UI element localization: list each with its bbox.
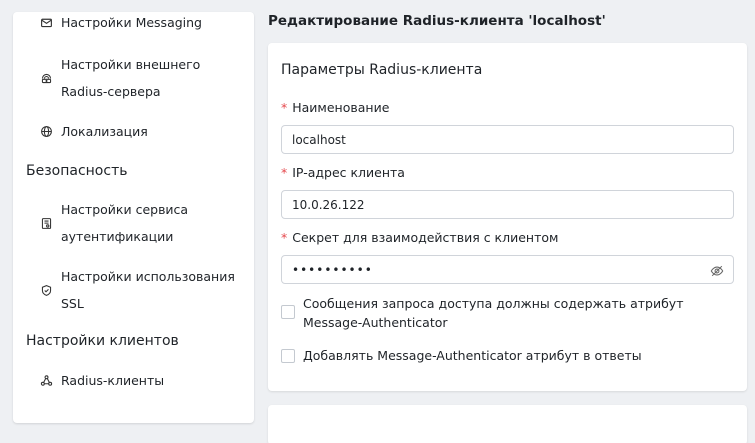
required-mark: * bbox=[281, 100, 288, 115]
sidebar-item-label: Radius-клиенты bbox=[61, 373, 165, 388]
sidebar: Настройки Messaging Настройки внешнего R… bbox=[13, 12, 254, 423]
required-mark: * bbox=[281, 165, 288, 180]
sidebar-item-ssl[interactable]: Настройки использования SSL bbox=[40, 263, 245, 317]
sidebar-item-messaging[interactable]: Настройки Messaging bbox=[40, 12, 245, 36]
eye-slash-icon[interactable] bbox=[710, 263, 724, 277]
secret-field bbox=[281, 255, 734, 284]
add-message-authenticator-checkbox[interactable] bbox=[281, 349, 295, 363]
checkbox-label: Сообщения запроса доступа должны содержа… bbox=[303, 296, 684, 330]
radius-server-icon bbox=[40, 72, 53, 85]
sidebar-item-label: Настройки использования SSL bbox=[61, 269, 235, 311]
sidebar-section-security: Безопасность bbox=[26, 163, 128, 179]
checkbox-label: Добавлять Message-Authenticator атрибут … bbox=[303, 348, 642, 363]
sidebar-item-label: Локализация bbox=[61, 124, 148, 139]
radius-client-form-card: Параметры Radius-клиента * Наименование *… bbox=[268, 43, 747, 391]
network-icon bbox=[40, 374, 53, 387]
checkbox-row-add-auth: Добавлять Message-Authenticator атрибут … bbox=[281, 346, 721, 365]
sidebar-item-auth-service[interactable]: Настройки сервиса аутентификации bbox=[40, 196, 245, 250]
page-title: Редактирование Radius-клиента 'localhost… bbox=[268, 13, 606, 29]
secondary-card bbox=[268, 405, 747, 443]
card-title: Параметры Radius-клиента bbox=[281, 62, 483, 78]
secret-label-text: Секрет для взаимодействия с клиентом bbox=[292, 230, 559, 245]
globe-icon bbox=[40, 125, 53, 138]
mail-icon bbox=[40, 16, 53, 29]
shield-icon bbox=[40, 284, 53, 297]
auth-service-icon bbox=[40, 217, 53, 230]
sidebar-section-clients: Настройки клиентов bbox=[26, 333, 179, 349]
secret-input[interactable] bbox=[281, 255, 734, 284]
secret-label: * Секрет для взаимодействия с клиентом bbox=[281, 230, 558, 246]
sidebar-item-radius-server[interactable]: Настройки внешнего Radius-сервера bbox=[40, 51, 245, 105]
name-label: * Наименование bbox=[281, 100, 389, 116]
sidebar-item-label: Настройки внешнего Radius-сервера bbox=[61, 57, 201, 99]
sidebar-item-label: Настройки Messaging bbox=[61, 15, 202, 30]
name-label-text: Наименование bbox=[292, 100, 390, 115]
ip-label-text: IP-адрес клиента bbox=[292, 165, 405, 180]
sidebar-item-label: Настройки сервиса аутентификации bbox=[61, 202, 189, 244]
name-input[interactable] bbox=[281, 125, 734, 154]
sidebar-item-radius-clients[interactable]: Radius-клиенты bbox=[40, 367, 245, 394]
sidebar-item-localization[interactable]: Локализация bbox=[40, 118, 245, 145]
ip-input[interactable] bbox=[281, 190, 734, 219]
ip-label: * IP-адрес клиента bbox=[281, 165, 405, 181]
require-message-authenticator-checkbox[interactable] bbox=[281, 305, 295, 319]
checkbox-row-require-auth: Сообщения запроса доступа должны содержа… bbox=[281, 294, 721, 332]
required-mark: * bbox=[281, 230, 288, 245]
